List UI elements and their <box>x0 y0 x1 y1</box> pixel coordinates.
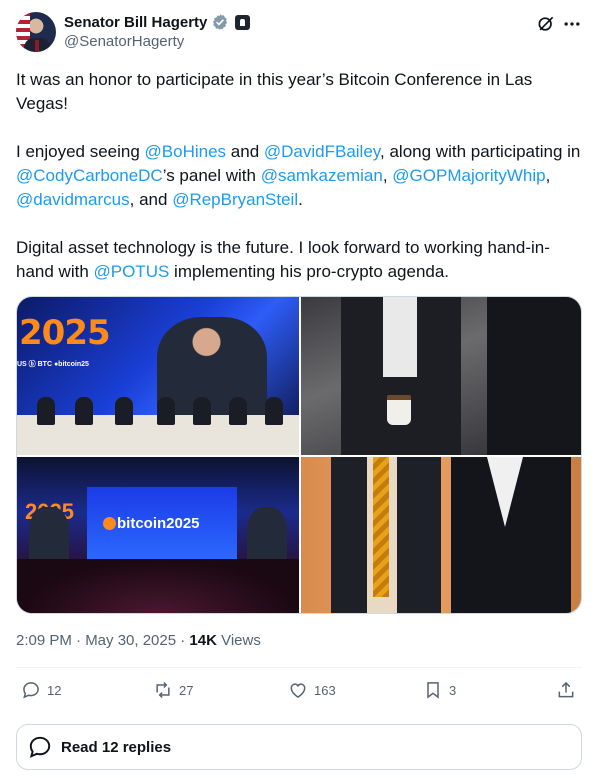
tweet-header: Senator Bill Hagerty @SenatorHagerty <box>16 12 582 52</box>
photo-conference-hall[interactable]: 2025 bitcoin2025 <box>17 457 299 613</box>
share-icon <box>558 681 574 698</box>
mention-link[interactable]: @POTUS <box>94 262 170 281</box>
repost-icon <box>156 681 170 699</box>
author-handle[interactable]: @SenatorHagerty <box>64 33 184 50</box>
views-label: Views <box>216 632 261 649</box>
photo-two-men[interactable] <box>301 457 581 613</box>
reply-bubble-icon <box>29 736 51 758</box>
media-grid: 2025 US ⓑ BTC ●bitcoin25 2025 bitcoin202… <box>16 296 582 614</box>
grok-icon[interactable] <box>536 14 556 34</box>
tweet-paragraph-1: It was an honor to participate in this y… <box>16 70 533 113</box>
photo-handshake[interactable] <box>301 297 581 455</box>
like-button[interactable]: 163 <box>288 680 336 700</box>
author-name-row: Senator Bill Hagerty <box>64 13 251 31</box>
mention-link[interactable]: @davidmarcus <box>16 190 130 209</box>
read-replies-button[interactable]: Read 12 replies <box>16 724 582 770</box>
reply-button[interactable]: 12 <box>21 680 61 700</box>
tweet-meta: 2:09 PM · May 30, 2025 · 14K Views <box>16 632 261 649</box>
bookmark-button[interactable]: 3 <box>423 680 456 700</box>
tweet-body: It was an honor to participate in this y… <box>16 68 582 308</box>
like-count: 163 <box>314 682 336 698</box>
avatar[interactable] <box>16 12 56 52</box>
bookmark-count: 3 <box>449 682 457 698</box>
author-name[interactable]: Senator Bill Hagerty <box>64 14 207 31</box>
tweet-paragraph-3: Digital asset technology is the future. … <box>16 238 550 281</box>
government-affiliation-icon <box>235 14 251 30</box>
reply-count: 12 <box>47 682 62 698</box>
mention-link[interactable]: @BoHines <box>145 142 227 161</box>
share-button[interactable] <box>556 680 576 700</box>
heart-icon <box>290 683 306 698</box>
timestamp[interactable]: 2:09 PM · May 30, 2025 · <box>16 632 189 649</box>
tweet-paragraph-2: I enjoyed seeing @BoHines and @DavidFBai… <box>16 142 581 209</box>
read-replies-label: Read 12 replies <box>61 738 172 756</box>
verified-badge-icon <box>213 14 228 30</box>
bookmark-icon <box>427 682 439 699</box>
mention-link[interactable]: @CodyCarboneDC <box>16 166 163 185</box>
coffee-cup <box>387 395 411 425</box>
divider <box>16 667 582 668</box>
mention-link[interactable]: @DavidFBailey <box>264 142 380 161</box>
mention-link[interactable]: @GOPMajorityWhip <box>392 166 545 185</box>
repost-button[interactable]: 27 <box>153 680 193 700</box>
mention-link[interactable]: @samkazemian <box>261 166 383 185</box>
repost-count: 27 <box>179 682 194 698</box>
mention-link[interactable]: @RepBryanSteil <box>172 190 298 209</box>
views-count: 14K <box>189 632 217 649</box>
action-bar: 12 27 163 3 <box>16 680 582 706</box>
reply-icon <box>23 682 39 699</box>
more-options-icon[interactable] <box>562 14 582 34</box>
photo-panel-stage[interactable]: 2025 US ⓑ BTC ●bitcoin25 <box>17 297 299 455</box>
